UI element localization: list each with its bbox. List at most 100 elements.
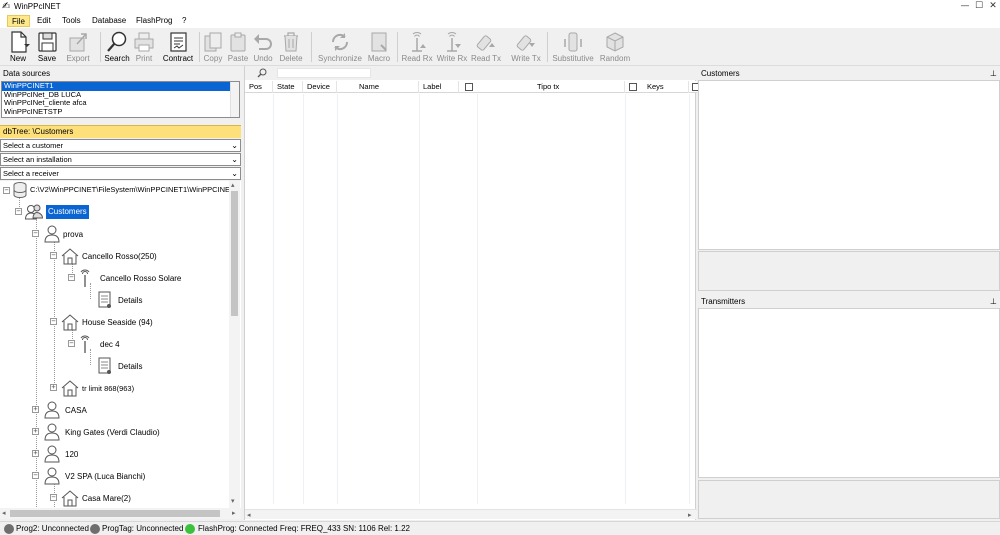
search-icon[interactable] [257,68,267,78]
scroll-right-icon[interactable]: ▸ [688,511,692,519]
synchronize-button[interactable]: Synchronize [316,30,364,66]
minimize-button[interactable]: — [958,0,972,13]
save-button[interactable]: Save [34,30,60,66]
menu-edit[interactable]: Edit [33,15,55,27]
column-keys[interactable]: Keys [641,81,689,93]
paste-button[interactable]: Paste [226,30,250,66]
scroll-thumb[interactable] [10,510,220,517]
delete-button[interactable]: Delete [277,30,305,66]
collapse-toggle[interactable]: − [50,252,57,259]
grid-column-line [303,94,304,504]
progtag-status: ProgTag: Unconnected [102,524,184,533]
installation-select[interactable]: Select an installation ⌄ [0,153,241,166]
flashprog-status-icon [185,524,195,534]
write-tx-button[interactable]: Write Tx [509,30,543,66]
scroll-thumb[interactable] [231,191,238,316]
substitutive-icon [564,32,582,52]
data-sources-scrollbar[interactable] [230,82,239,117]
details-doc-icon [98,357,111,374]
macro-button[interactable]: Macro [364,30,394,66]
expand-toggle[interactable]: + [32,450,39,457]
grid-column-line [625,94,626,504]
copy-button[interactable]: Copy [201,30,225,66]
grid-column-line [273,94,274,504]
substitutive-button[interactable]: Substitutive [550,30,596,66]
collapse-toggle[interactable]: − [32,472,39,479]
collapse-toggle[interactable]: − [50,318,57,325]
maximize-button[interactable]: ☐ [972,0,986,13]
tree-label: dec 4 [100,340,120,349]
menu-tools[interactable]: Tools [58,15,85,27]
receiver-select[interactable]: Select a receiver ⌄ [0,167,241,180]
column-name[interactable]: Name [337,81,419,93]
label-filter-checkbox[interactable] [465,83,473,91]
collapse-toggle[interactable]: − [15,208,22,215]
contract-button[interactable]: Contract [159,30,197,66]
tree-node-database[interactable]: − C:\V2\WinPPCINET\FileSystem\WinPPCINET… [3,181,241,201]
close-button[interactable]: ✕ [986,0,1000,13]
data-source-item[interactable]: WinPPcINETSTP [2,107,239,117]
read-tx-icon [476,35,495,51]
expand-toggle[interactable]: + [50,384,57,391]
tree-label: Details [118,362,143,371]
customer-icon [44,467,60,485]
menu-database[interactable]: Database [88,15,130,27]
grid-search-input[interactable] [277,68,371,78]
toolbar-separator [100,32,101,62]
db-tree[interactable]: − C:\V2\WinPPCINET\FileSystem\WinPPCINET… [0,181,241,508]
tipo-tx-filter-checkbox[interactable] [629,83,637,91]
scroll-left-icon[interactable]: ◂ [247,511,251,519]
export-button[interactable]: Export [62,30,94,66]
menu-flashprog[interactable]: FlashProg [132,15,176,27]
expand-toggle[interactable]: + [32,428,39,435]
column-device[interactable]: Device [303,81,337,93]
delete-label: Delete [279,54,303,63]
scroll-right-icon[interactable]: ▸ [232,509,236,517]
customers-group-icon [25,204,43,220]
column-label[interactable]: Label [419,81,459,93]
undo-button[interactable]: Undo [251,30,275,66]
tree-vertical-scrollbar[interactable]: ▴ ▾ [229,181,240,508]
column-pos[interactable]: Pos [245,81,273,93]
write-rx-button[interactable]: Write Rx [434,30,470,66]
paste-label: Paste [227,54,249,63]
toolbar-separator [199,32,200,62]
customer-select[interactable]: Select a customer ⌄ [0,139,241,152]
pin-icon[interactable]: ⊥ [990,68,997,80]
collapse-toggle[interactable]: − [3,187,10,194]
column-state[interactable]: State [273,81,303,93]
tree-label-selected: Customers [46,205,89,219]
collapse-toggle[interactable]: − [50,494,57,501]
column-tipo-tx[interactable]: Tipo tx [477,81,625,93]
pin-icon[interactable]: ⊥ [990,296,997,308]
macro-icon [371,32,387,52]
contract-label: Contract [162,54,194,63]
random-button[interactable]: Random [598,30,632,66]
grid-horizontal-scrollbar[interactable]: ◂ ▸ [245,509,697,519]
collapse-toggle[interactable]: − [32,230,39,237]
customer-icon [44,225,60,243]
new-button[interactable]: New [4,30,32,66]
tree-label: Cancello Rosso Solare [100,274,182,283]
print-button[interactable]: Print [131,30,157,66]
tree-label: V2 SPA (Luca Bianchi) [65,472,146,481]
scroll-up-icon[interactable]: ▴ [231,181,235,189]
customers-panel-footer [698,251,1000,291]
scroll-down-icon[interactable]: ▾ [231,497,235,505]
sync-icon [331,33,349,51]
search-button[interactable]: Search [102,30,132,66]
read-rx-button[interactable]: Read Rx [400,30,434,66]
collapse-toggle[interactable]: − [68,274,75,281]
contract-icon [170,32,187,52]
collapse-toggle[interactable]: − [68,340,75,347]
menu-help[interactable]: ? [178,15,190,27]
scroll-left-icon[interactable]: ◂ [2,509,6,517]
read-tx-button[interactable]: Read Tx [470,30,502,66]
data-sources-list[interactable]: WinPPCINET1 WinPPcINet_DB LUCA WinPPcINe… [1,81,240,118]
expand-toggle[interactable]: + [32,406,39,413]
tree-horizontal-scrollbar[interactable]: ◂ ▸ [0,508,241,519]
customers-panel-header: Customers ⊥ [698,68,1000,80]
menu-file[interactable]: File [7,15,30,27]
undo-label: Undo [253,54,273,63]
database-icon [13,182,27,198]
